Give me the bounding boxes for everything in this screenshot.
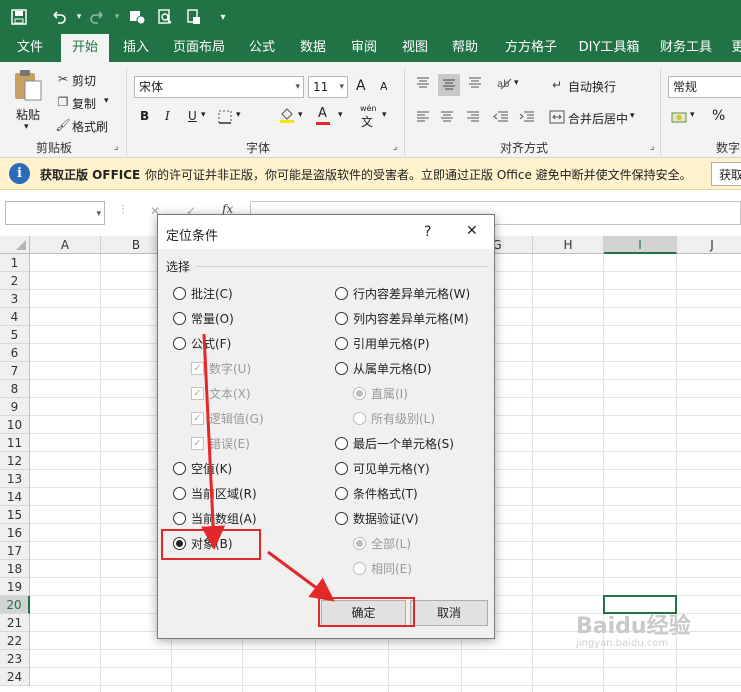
- arrow-to-objects: [201, 333, 226, 550]
- watermark-url: jingyan.baidu.com: [576, 638, 669, 649]
- annotation-arrows: [201, 333, 335, 602]
- watermark-text: Baidu经验: [576, 614, 691, 639]
- arrow-to-ok: [267, 550, 335, 602]
- baidu-watermark: Baidu经验 jingyan.baidu.com: [576, 608, 691, 649]
